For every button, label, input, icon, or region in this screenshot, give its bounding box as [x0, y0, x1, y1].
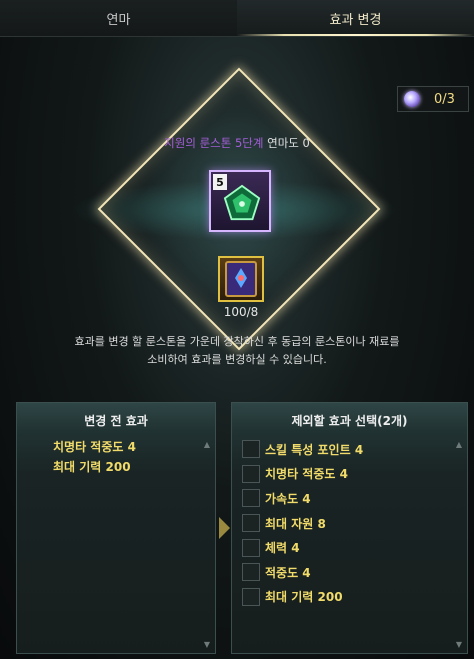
option-label: 적중도 4 [265, 565, 311, 580]
option-checkbox[interactable] [242, 489, 260, 508]
current-effect-item: 최대 기력 200 [53, 460, 131, 474]
material-slot[interactable] [218, 256, 264, 302]
tab-effect-change-label: 효과 변경 [329, 12, 382, 28]
tab-polish-label: 연마 [106, 12, 131, 28]
material-counter: 0/3 [397, 86, 469, 112]
scroll-down-arrow-icon[interactable]: ▼ [202, 641, 212, 649]
option-label: 체력 4 [265, 541, 300, 556]
exclude-option[interactable]: 가속도 4 [242, 486, 457, 511]
option-label: 최대 기력 200 [265, 590, 343, 605]
option-label: 스킬 특성 포인트 4 [265, 442, 364, 457]
exclude-option[interactable]: 최대 기력 200 [242, 585, 457, 610]
current-effects-panel: 변경 전 효과 치명타 적중도 4 최대 기력 200 ▲ ▼ [16, 402, 216, 654]
option-checkbox[interactable] [242, 587, 260, 606]
arrow-right-icon [219, 517, 230, 539]
counter-value: 0/3 [434, 91, 455, 107]
rune-polish-level: 연마도 0 [263, 136, 310, 150]
option-checkbox[interactable] [242, 563, 260, 582]
tab-bar: 연마 효과 변경 [0, 0, 474, 36]
instruction-line-1: 효과를 변경 할 룬스톤을 가운데 장착하신 후 동급의 룬스톤이나 재료를 [74, 335, 400, 348]
runestone-slot[interactable]: 5 [209, 170, 271, 232]
exclude-option[interactable]: 체력 4 [242, 535, 457, 560]
option-checkbox[interactable] [242, 514, 260, 533]
current-effects-list: 치명타 적중도 4 최대 기력 200 [17, 437, 215, 477]
instruction-text: 효과를 변경 할 룬스톤을 가운데 장착하신 후 동급의 룬스톤이나 재료를 소… [0, 333, 474, 369]
instruction-line-2: 소비하여 효과를 변경하실 수 있습니다. [147, 353, 327, 366]
exclude-option[interactable]: 치명타 적중도 4 [242, 462, 457, 487]
option-checkbox[interactable] [242, 538, 260, 557]
rune-book-icon [225, 261, 257, 297]
scroll-up-arrow-icon[interactable]: ▲ [454, 441, 464, 449]
option-label: 치명타 적중도 4 [265, 467, 348, 482]
exclude-effects-title: 제외할 효과 선택(2개) [291, 413, 408, 428]
scroll-up-arrow-icon[interactable]: ▲ [202, 441, 212, 449]
material-count: 100/8 [223, 305, 259, 319]
current-effect-item: 치명타 적중도 4 [53, 440, 136, 454]
option-checkbox[interactable] [242, 464, 260, 483]
option-label: 가속도 4 [265, 491, 311, 506]
option-label: 최대 자원 8 [265, 516, 326, 531]
exclude-option[interactable]: 최대 자원 8 [242, 511, 457, 536]
orb-icon [404, 91, 420, 107]
scroll-down-arrow-icon[interactable]: ▼ [454, 641, 464, 649]
exclude-options-list: 스킬 특성 포인트 4 치명타 적중도 4 가속도 4 최대 자원 8 체력 4… [232, 437, 467, 609]
rune-name: 지원의 룬스톤 5단계 [164, 136, 264, 150]
tab-polish[interactable]: 연마 [0, 0, 237, 36]
exclude-option[interactable]: 적중도 4 [242, 560, 457, 585]
current-effects-title: 변경 전 효과 [84, 413, 148, 428]
option-checkbox[interactable] [242, 440, 260, 459]
tab-effect-change[interactable]: 효과 변경 [237, 0, 474, 36]
rune-title: 지원의 룬스톤 5단계 연마도 0 [0, 135, 474, 151]
exclude-option[interactable]: 스킬 특성 포인트 4 [242, 437, 457, 462]
tab-divider [0, 36, 474, 37]
green-gem-icon [223, 184, 261, 221]
exclude-effects-panel: 제외할 효과 선택(2개) 스킬 특성 포인트 4 치명타 적중도 4 가속도 … [231, 402, 468, 654]
